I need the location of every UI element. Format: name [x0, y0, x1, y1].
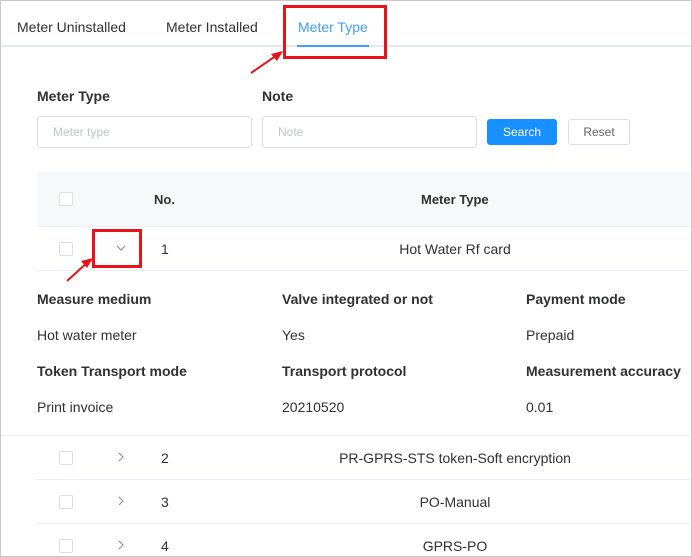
- meter-type-input[interactable]: [37, 116, 252, 148]
- row-meter-type: GPRS-PO: [422, 538, 488, 554]
- row-meter-type: PO-Manual: [419, 494, 491, 510]
- column-header-no: No.: [154, 192, 175, 207]
- measurement-accuracy-value: 0.01: [526, 399, 554, 415]
- tab-meter-installed[interactable]: Meter Installed: [166, 19, 258, 35]
- app-window: Meter Uninstalled Meter Installed Meter …: [0, 0, 692, 557]
- tab-meter-uninstalled[interactable]: Meter Uninstalled: [17, 19, 126, 35]
- chevron-down-icon[interactable]: [113, 239, 129, 257]
- chevron-right-icon[interactable]: [113, 536, 129, 554]
- measure-medium-value: Hot water meter: [37, 327, 137, 343]
- table-row[interactable]: 4 GPRS-PO: [37, 524, 691, 556]
- row-detail-panel: Measure medium Valve integrated or not P…: [1, 271, 691, 436]
- valve-integrated-label: Valve integrated or not: [282, 291, 433, 307]
- search-button[interactable]: Search: [487, 119, 557, 145]
- token-transport-mode-value: Print invoice: [37, 399, 114, 415]
- transport-protocol-value: 20210520: [282, 399, 345, 415]
- select-all-checkbox[interactable]: [59, 192, 73, 206]
- table-row[interactable]: 1 Hot Water Rf card: [37, 227, 691, 271]
- reset-button[interactable]: Reset: [568, 119, 630, 145]
- token-transport-mode-label: Token Transport mode: [37, 363, 187, 379]
- chevron-right-icon[interactable]: [113, 448, 129, 466]
- row-number: 2: [161, 450, 169, 466]
- row-checkbox[interactable]: [59, 539, 73, 553]
- note-input[interactable]: [262, 116, 477, 148]
- active-tab-indicator: [297, 45, 369, 47]
- row-number: 4: [161, 538, 169, 554]
- chevron-right-icon[interactable]: [113, 492, 129, 510]
- row-checkbox[interactable]: [59, 242, 73, 256]
- row-number: 3: [161, 494, 169, 510]
- meter-type-filter-label: Meter Type: [37, 88, 110, 104]
- measure-medium-label: Measure medium: [37, 291, 152, 307]
- payment-mode-value: Prepaid: [526, 327, 575, 343]
- column-header-meter-type: Meter Type: [421, 192, 489, 207]
- valve-integrated-value: Yes: [282, 327, 305, 343]
- tab-pointer-arrow-icon: [250, 51, 283, 74]
- note-filter-label: Note: [262, 88, 294, 104]
- row-checkbox[interactable]: [59, 495, 73, 509]
- tab-bar: Meter Uninstalled Meter Installed Meter …: [1, 1, 691, 47]
- row-checkbox[interactable]: [59, 451, 73, 465]
- transport-protocol-label: Transport protocol: [282, 363, 407, 379]
- table-row[interactable]: 2 PR-GPRS-STS token-Soft encryption: [37, 436, 691, 480]
- table-row[interactable]: 3 PO-Manual: [37, 480, 691, 524]
- payment-mode-label: Payment mode: [526, 291, 626, 307]
- measurement-accuracy-label: Measurement accuracy: [526, 363, 681, 379]
- row-meter-type: Hot Water Rf card: [399, 241, 511, 257]
- tab-meter-type[interactable]: Meter Type: [298, 19, 368, 35]
- row-number: 1: [161, 241, 169, 257]
- table-header: No. Meter Type: [37, 172, 691, 227]
- row-meter-type: PR-GPRS-STS token-Soft encryption: [339, 450, 571, 466]
